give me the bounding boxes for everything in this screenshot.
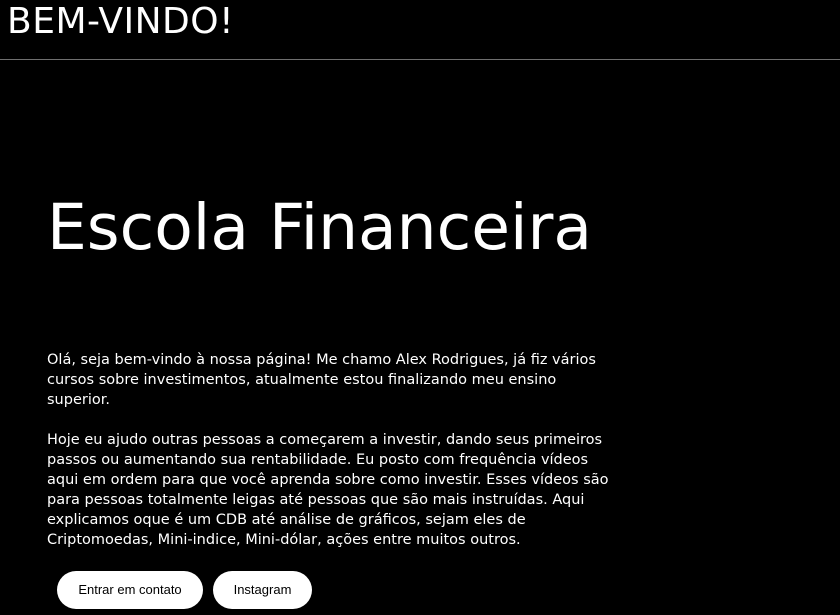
intro-text: Olá, seja bem-vindo à nossa página! Me c…: [47, 350, 622, 550]
page: BEM-VINDO! Escola Financeira Olá, seja b…: [0, 0, 840, 615]
instagram-button[interactable]: Instagram: [213, 571, 312, 609]
intro-paragraph-1: Olá, seja bem-vindo à nossa página! Me c…: [47, 352, 596, 408]
contact-button[interactable]: Entrar em contato: [57, 571, 203, 609]
top-bar: BEM-VINDO!: [0, 0, 840, 60]
site-title: BEM-VINDO!: [7, 1, 235, 42]
hero-title: Escola Financeira: [47, 191, 592, 264]
intro-paragraph-2: Hoje eu ajudo outras pessoas a começarem…: [47, 432, 609, 548]
